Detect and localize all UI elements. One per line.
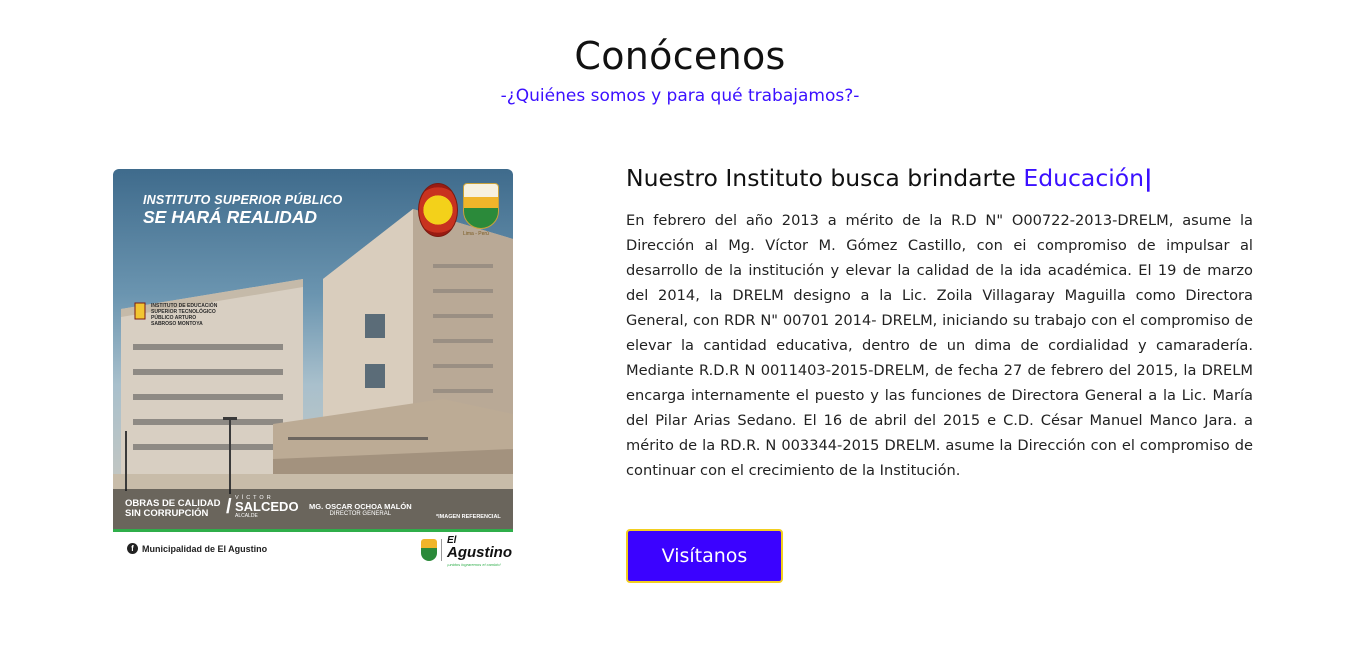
building-photo: INSTITUTO SUPERIOR PÚBLICO SE HARÁ REALI… — [113, 169, 513, 529]
municipality-mini-seal-icon — [421, 539, 437, 561]
section-title: Conócenos — [574, 34, 786, 78]
facebook-page-name: Municipalidad de El Agustino — [142, 543, 268, 554]
director-name: MG. OSCAR OCHOA MALÓN — [309, 502, 412, 511]
facebook-icon: f — [127, 543, 138, 554]
poster-headline-big: SE HARÁ REALIDAD — [143, 207, 318, 227]
green-divider — [113, 529, 513, 532]
brand-line2: Agustino — [447, 544, 512, 561]
content-heading: Nuestro Instituto busca brindarte Educac… — [626, 164, 1153, 192]
heading-typed-word: Educación — [1023, 164, 1145, 192]
mayor-credit: VÍCTOR SALCEDO ALCALDE — [235, 495, 299, 519]
reference-note: *IMAGEN REFERENCIAL — [436, 514, 501, 520]
seal-label: Lima - Perú — [463, 231, 489, 237]
director-credit: MG. OSCAR OCHOA MALÓN DIRECTOR GENERAL — [309, 502, 412, 517]
typing-cursor: | — [1144, 164, 1153, 192]
quality-slogan-line2: SIN CORRUPCIÓN — [125, 508, 209, 519]
slash-divider: / — [226, 496, 232, 518]
visit-button[interactable]: Visítanos — [626, 529, 783, 583]
facebook-credit: f Municipalidad de El Agustino — [127, 543, 267, 554]
institute-poster-image: INSTITUTO SUPERIOR PÚBLICO SE HARÁ REALI… — [113, 169, 513, 569]
history-paragraph: En febrero del año 2013 a mérito de la R… — [626, 212, 1253, 479]
mayor-last-name: SALCEDO — [235, 499, 299, 514]
facade-sign: INSTITUTO DE EDUCACIÓN SUPERIOR TECNOLÓG… — [151, 303, 221, 327]
poster-headline-small: INSTITUTO SUPERIOR PÚBLICO — [143, 193, 343, 207]
facade-sign-text: INSTITUTO DE EDUCACIÓN SUPERIOR TECNOLÓG… — [151, 303, 218, 327]
quality-slogan: OBRAS DE CALIDAD SIN CORRUPCIÓN — [125, 499, 221, 519]
heading-prefix: Nuestro Instituto busca brindarte — [626, 164, 1024, 192]
section-subtitle: -¿Quiénes somos y para qué trabajamos?- — [500, 86, 860, 106]
director-role: DIRECTOR GENERAL — [329, 511, 392, 517]
el-agustino-logo: El Agustino ¡unidos lograremos el cambio… — [447, 535, 512, 571]
institute-seal-icon — [418, 183, 458, 237]
brand-divider — [441, 539, 442, 561]
municipality-seal-icon — [463, 183, 499, 229]
